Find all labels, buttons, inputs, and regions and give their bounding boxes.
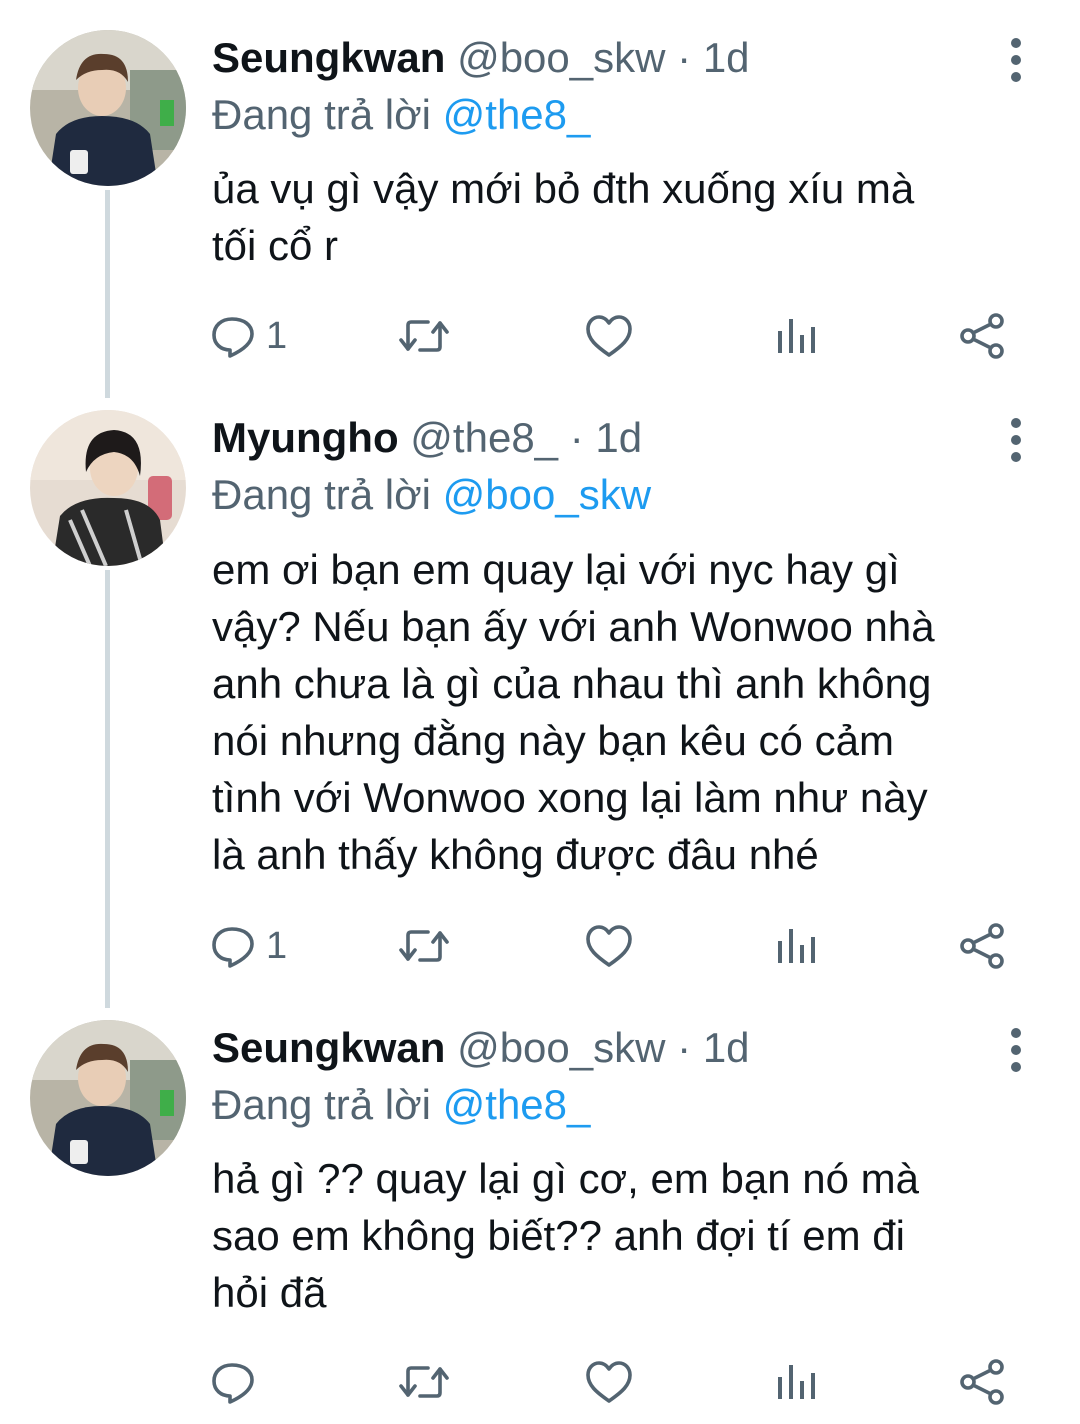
- replying-to: Đang trả lời @boo_skw: [212, 466, 651, 524]
- replying-to-label: Đang trả lời: [212, 1081, 431, 1128]
- like-icon: [586, 1361, 632, 1403]
- more-options-icon[interactable]: [996, 1020, 1036, 1080]
- retweet-button[interactable]: [398, 918, 450, 974]
- tweet-text-line: nói nhưng đằng này bạn kêu có cảm: [212, 717, 894, 764]
- action-bar: [210, 1354, 1030, 1410]
- tweet[interactable]: Seungkwan @boo_skw · 1d Đang trả lời @th…: [0, 0, 1080, 400]
- reply-count: 1: [266, 925, 288, 967]
- like-icon: [586, 315, 632, 357]
- author-name[interactable]: Seungkwan: [212, 34, 445, 81]
- tweet-text-line: sao em không biết?? anh đợi tí em đi: [212, 1212, 905, 1259]
- retweet-icon: [399, 320, 449, 352]
- avatar[interactable]: [30, 410, 186, 566]
- mention-link[interactable]: @boo_skw: [443, 471, 651, 518]
- tweet-text-line: tình với Wonwoo xong lại làm như này: [212, 774, 928, 821]
- tweet-text-line: là anh thấy không được đâu nhé: [212, 831, 819, 878]
- timestamp[interactable]: 1d: [595, 414, 642, 461]
- author-name[interactable]: Seungkwan: [212, 1024, 445, 1071]
- tweet-header: Seungkwan @boo_skw · 1d: [212, 1018, 750, 1078]
- action-bar: 1: [210, 918, 1030, 974]
- tweet-text-line: anh chưa là gì của nhau thì anh không: [212, 660, 932, 707]
- replying-to-label: Đang trả lời: [212, 91, 431, 138]
- avatar[interactable]: [30, 30, 186, 186]
- tweet-text-line: em ơi bạn em quay lại với nyc hay gì: [212, 546, 900, 593]
- tweet-text-line: hỏi đã: [212, 1269, 327, 1316]
- analytics-icon: [778, 1365, 815, 1399]
- tweet-header: Myungho @the8_ · 1d: [212, 408, 642, 468]
- reply-button[interactable]: 1: [210, 918, 287, 974]
- share-button[interactable]: [958, 918, 1006, 974]
- timestamp[interactable]: 1d: [703, 1024, 750, 1071]
- tweet-text: ủa vụ gì vậy mới bỏ đth xuống xíu mà tối…: [212, 160, 1042, 274]
- reply-icon: [212, 317, 254, 358]
- tweet-text-line: vậy? Nếu bạn ấy với anh Wonwoo nhà: [212, 603, 935, 650]
- retweet-icon: [399, 930, 449, 962]
- analytics-button[interactable]: [774, 308, 818, 364]
- reply-count: 1: [266, 315, 288, 357]
- tweet-header: Seungkwan @boo_skw · 1d: [212, 28, 750, 88]
- tweet-text-line: tối cổ r: [212, 222, 339, 269]
- tweet-text: em ơi bạn em quay lại với nyc hay gì vậy…: [212, 541, 1042, 883]
- action-bar: 1: [210, 308, 1030, 364]
- author-handle[interactable]: @boo_skw: [457, 1024, 665, 1071]
- author-handle[interactable]: @boo_skw: [457, 34, 665, 81]
- separator-dot: ·: [569, 414, 584, 461]
- mention-link[interactable]: @the8_: [443, 1081, 591, 1128]
- separator-dot: ·: [677, 34, 692, 81]
- author-name[interactable]: Myungho: [212, 414, 399, 461]
- retweet-button[interactable]: [398, 308, 450, 364]
- separator-dot: ·: [677, 1024, 692, 1071]
- like-button[interactable]: [584, 308, 634, 364]
- timestamp[interactable]: 1d: [703, 34, 750, 81]
- tweet-text-line: hả gì ?? quay lại gì cơ, em bạn nó mà: [212, 1155, 919, 1202]
- share-button[interactable]: [958, 1354, 1006, 1410]
- retweet-icon: [399, 1366, 449, 1398]
- tweet[interactable]: Seungkwan @boo_skw · 1d Đang trả lời @th…: [0, 1008, 1080, 1424]
- reply-icon: [212, 927, 254, 968]
- replying-to: Đang trả lời @the8_: [212, 1076, 590, 1134]
- tweet[interactable]: Myungho @the8_ · 1d Đang trả lời @boo_sk…: [0, 400, 1080, 1008]
- retweet-button[interactable]: [398, 1354, 450, 1410]
- more-options-icon[interactable]: [996, 410, 1036, 470]
- analytics-icon: [778, 319, 815, 353]
- analytics-icon: [778, 929, 815, 963]
- reply-button[interactable]: 1: [210, 308, 287, 364]
- share-icon: [960, 313, 1004, 359]
- replying-to: Đang trả lời @the8_: [212, 86, 590, 144]
- share-button[interactable]: [958, 308, 1006, 364]
- replying-to-label: Đang trả lời: [212, 471, 431, 518]
- reply-icon: [212, 1363, 254, 1404]
- more-options-icon[interactable]: [996, 30, 1036, 90]
- like-button[interactable]: [584, 918, 634, 974]
- tweet-text: hả gì ?? quay lại gì cơ, em bạn nó mà sa…: [212, 1150, 1042, 1321]
- like-button[interactable]: [584, 1354, 634, 1410]
- analytics-button[interactable]: [774, 918, 818, 974]
- tweet-text-line: ủa vụ gì vậy mới bỏ đth xuống xíu mà: [212, 165, 915, 212]
- share-icon: [960, 923, 1004, 969]
- analytics-button[interactable]: [774, 1354, 818, 1410]
- author-handle[interactable]: @the8_: [410, 414, 558, 461]
- reply-button[interactable]: [210, 1354, 266, 1410]
- avatar[interactable]: [30, 1020, 186, 1176]
- like-icon: [586, 925, 632, 967]
- mention-link[interactable]: @the8_: [443, 91, 591, 138]
- share-icon: [960, 1359, 1004, 1405]
